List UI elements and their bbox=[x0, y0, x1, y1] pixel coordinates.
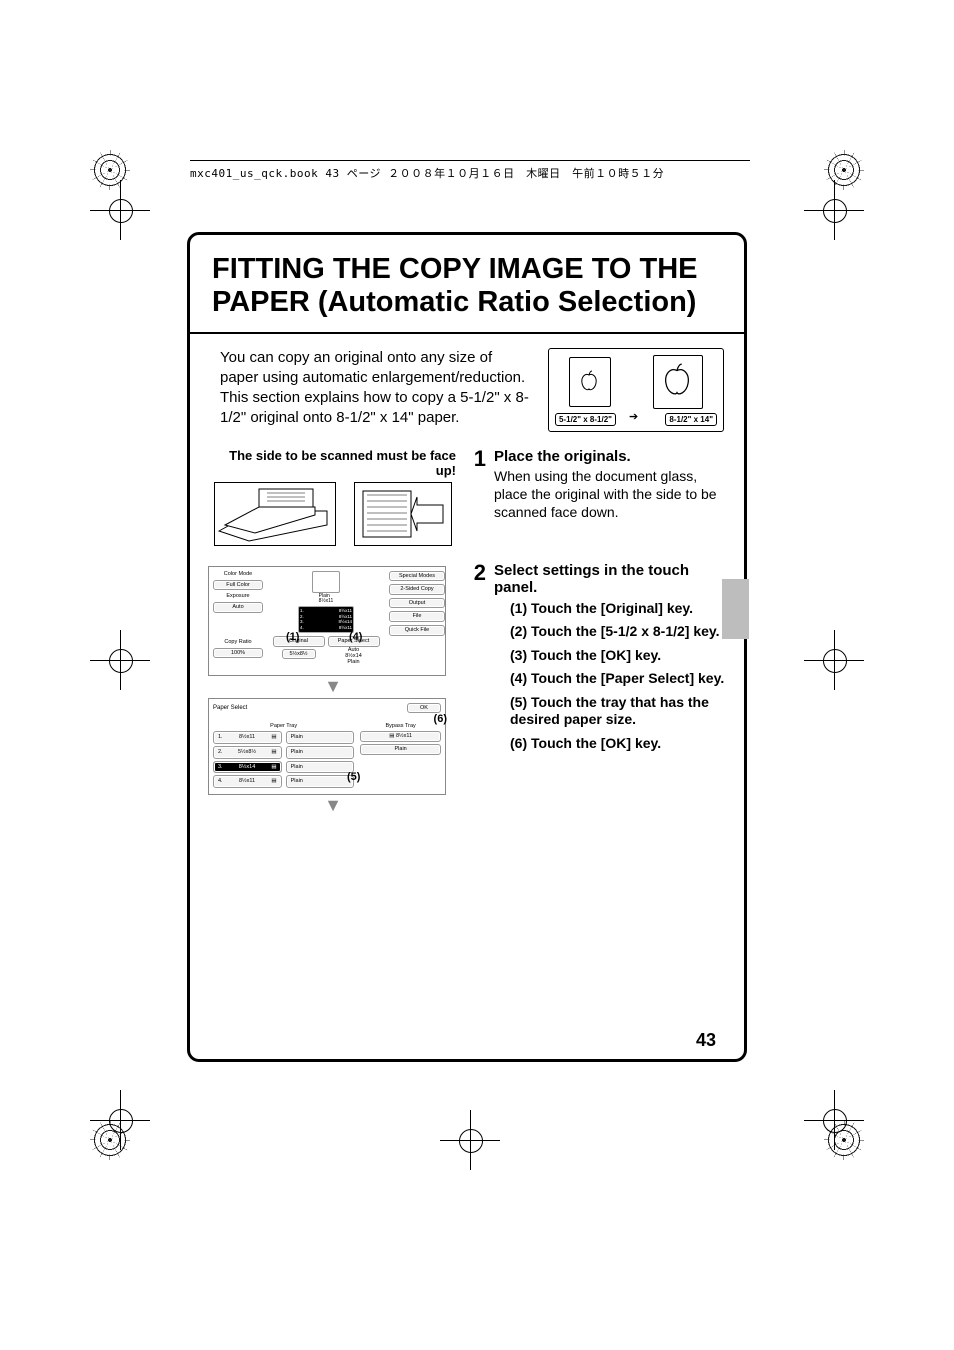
paper-tray-header: Paper Tray bbox=[213, 723, 354, 729]
apple-icon bbox=[579, 369, 599, 393]
down-arrow-icon: ▼ bbox=[208, 797, 458, 813]
touch-panel-paper-select: Paper Select OK (6) Paper Tray 1.8½x11▤ … bbox=[208, 698, 446, 795]
down-arrow-icon: ▼ bbox=[208, 678, 458, 694]
tray-row-4[interactable]: 4.8½x11▤ Plain bbox=[213, 775, 354, 788]
substep-list: (1) Touch the [Original] key. (2) Touch … bbox=[510, 600, 726, 753]
manual-page: mxc401_us_qck.book 43 ページ ２００８年１０月１６日 木曜… bbox=[0, 0, 954, 1350]
tray-list: 1.8½x11 2.8½x11 3.8½x14 4.8½x11 bbox=[298, 606, 354, 633]
exposure-label: Exposure bbox=[213, 593, 263, 599]
page-number: 43 bbox=[696, 1030, 716, 1051]
arrow-right-icon: ➔ bbox=[629, 410, 638, 423]
crosshair-icon bbox=[90, 1090, 150, 1150]
exposure-auto-button[interactable]: Auto bbox=[213, 602, 263, 613]
copy-ratio-button[interactable]: 100% bbox=[213, 648, 263, 659]
content-frame: FITTING THE COPY IMAGE TO THE PAPER (Aut… bbox=[187, 232, 747, 1062]
ok-button[interactable]: OK bbox=[407, 703, 441, 714]
bypass-size-button[interactable]: ▤ 8½x11 bbox=[360, 731, 441, 742]
substep: (4) Touch the [Paper Select] key. bbox=[510, 670, 726, 688]
callout-1: (1) bbox=[286, 631, 299, 643]
source-file-header: mxc401_us_qck.book 43 ページ ２００８年１０月１６日 木曜… bbox=[190, 160, 750, 181]
color-mode-label: Color Mode bbox=[213, 571, 263, 577]
size-illustration: 5-1/2" x 8-1/2" ➔ 8-1/2" x 14" bbox=[548, 348, 724, 432]
tray-row-3[interactable]: 3.8½x14▤ Plain bbox=[213, 761, 354, 774]
file-button[interactable]: File bbox=[389, 611, 445, 622]
special-modes-button[interactable]: Special Modes bbox=[389, 571, 445, 582]
step-1: The side to be scanned must be face up! bbox=[208, 448, 726, 552]
step-body: When using the document glass, place the… bbox=[494, 467, 726, 522]
document-feeder-icon bbox=[214, 482, 336, 546]
size-label-to: 8-1/2" x 14" bbox=[665, 413, 717, 426]
step-number: 2 bbox=[464, 562, 488, 584]
full-color-button[interactable]: Full Color bbox=[213, 580, 263, 591]
bypass-tray-header: Bypass Tray bbox=[360, 723, 441, 729]
quick-file-button[interactable]: Quick File bbox=[389, 625, 445, 636]
substep: (3) Touch the [OK] key. bbox=[510, 647, 726, 665]
feed-direction-icon bbox=[354, 482, 452, 546]
tray-row-1[interactable]: 1.8½x11▤ Plain bbox=[213, 731, 354, 744]
device-figure bbox=[208, 482, 458, 552]
callout-4: (4) bbox=[349, 631, 362, 643]
preview-thumbnail bbox=[312, 571, 340, 593]
step-heading: Select settings in the touch panel. bbox=[494, 562, 726, 596]
page-title: FITTING THE COPY IMAGE TO THE PAPER (Aut… bbox=[190, 235, 744, 334]
bypass-type-button[interactable]: Plain bbox=[360, 744, 441, 755]
callout-6: (6) bbox=[434, 713, 447, 725]
substep: (2) Touch the [5-1/2 x 8-1/2] key. bbox=[510, 623, 726, 641]
size-label-from: 5-1/2" x 8-1/2" bbox=[555, 413, 616, 426]
substep: (5) Touch the tray that has the desired … bbox=[510, 694, 726, 729]
crosshair-icon bbox=[804, 180, 864, 240]
tray-row-2[interactable]: 2.5½x8½▤ Plain bbox=[213, 746, 354, 759]
step-2: Color Mode Full Color Exposure Auto Copy… bbox=[208, 562, 726, 815]
crosshair-icon bbox=[804, 630, 864, 690]
crosshair-icon bbox=[90, 630, 150, 690]
face-up-caption: The side to be scanned must be face up! bbox=[208, 448, 458, 478]
original-size-value[interactable]: 5½x8½ bbox=[282, 649, 316, 660]
apple-icon bbox=[661, 361, 693, 399]
intro-text: You can copy an original onto any size o… bbox=[220, 348, 532, 432]
substep: (6) Touch the [OK] key. bbox=[510, 735, 726, 753]
paper-select-title: Paper Select bbox=[213, 705, 247, 711]
touch-panel-main: Color Mode Full Color Exposure Auto Copy… bbox=[208, 566, 446, 676]
substep: (1) Touch the [Original] key. bbox=[510, 600, 726, 618]
crosshair-icon bbox=[90, 180, 150, 240]
callout-5: (5) bbox=[347, 771, 360, 783]
copy-ratio-label: Copy Ratio bbox=[213, 639, 263, 645]
crosshair-icon bbox=[440, 1110, 500, 1170]
step-heading: Place the originals. bbox=[494, 448, 726, 465]
output-button[interactable]: Output bbox=[389, 598, 445, 609]
step-number: 1 bbox=[464, 448, 488, 470]
crosshair-icon bbox=[804, 1090, 864, 1150]
two-sided-copy-button[interactable]: 2-Sided Copy bbox=[389, 584, 445, 595]
section-tab bbox=[722, 579, 749, 639]
